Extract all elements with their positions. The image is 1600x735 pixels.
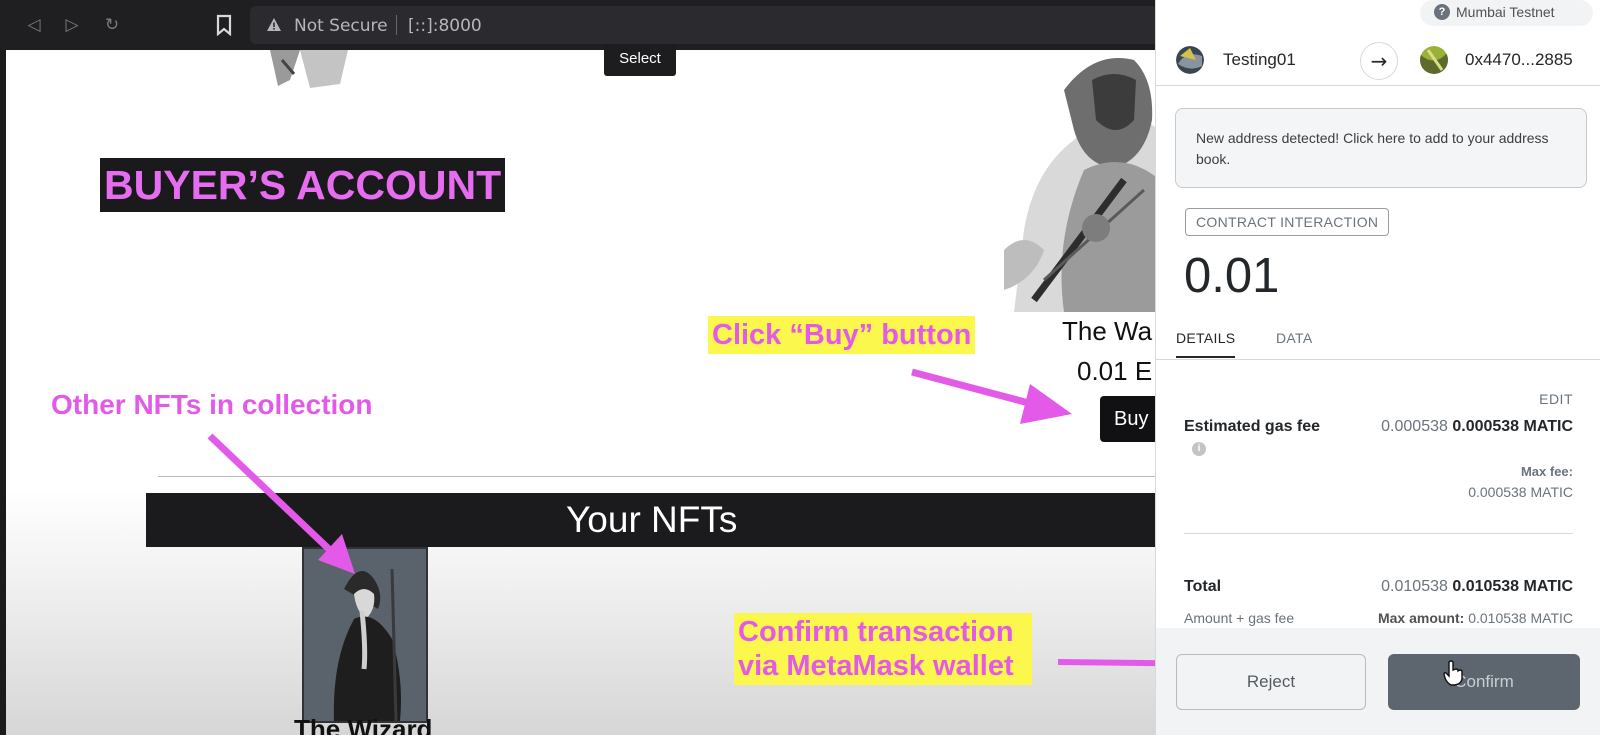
- tab-data[interactable]: DATA: [1276, 330, 1312, 346]
- select-button[interactable]: Select: [604, 44, 676, 76]
- account-transfer-row: Testing01 → 0x4470...2885: [1156, 36, 1600, 86]
- buy-button[interactable]: Buy: [1100, 396, 1160, 442]
- warning-icon: [267, 18, 281, 31]
- max-fee-value: 0.000538 MATIC: [1468, 484, 1573, 500]
- max-fee-label: Max fee:: [1520, 464, 1573, 479]
- screen: ◁ ▷ ↻ Not Secure [::]:8000 Select BUYER’…: [0, 0, 1600, 735]
- fee-separator: [1184, 533, 1573, 534]
- amount-gas-label: Amount + gas fee: [1184, 610, 1295, 626]
- total-fiat: 0.010538: [1381, 578, 1448, 595]
- browser-toolbar: ◁ ▷ ↻ Not Secure [::]:8000: [0, 0, 1160, 50]
- security-status: Not Secure: [294, 16, 388, 36]
- gas-fee-value: 0.000538 0.000538 MATIC: [1381, 418, 1573, 436]
- new-address-notice[interactable]: New address detected! Click here to add …: [1175, 108, 1587, 188]
- total-matic: 0.010538 MATIC: [1452, 578, 1573, 595]
- details-tabs: DETAILS DATA: [1156, 318, 1600, 360]
- max-amount-label: Max amount:: [1377, 610, 1465, 626]
- wizard-nft-card[interactable]: [302, 547, 428, 723]
- from-avatar: [1176, 46, 1204, 74]
- forward-icon[interactable]: ▷: [60, 13, 84, 37]
- featured-nft-price: 0.01 E: [1077, 356, 1153, 386]
- gas-fee-matic: 0.000538 MATIC: [1452, 418, 1573, 435]
- your-nfts-heading: Your NFTs: [146, 493, 1160, 547]
- network-badge[interactable]: ? Mumbai Testnet: [1420, 0, 1593, 26]
- action-footer: Reject Confirm: [1156, 628, 1600, 735]
- transaction-amount: 0.01: [1184, 249, 1280, 303]
- gas-fee-label: Estimated gas fee: [1184, 418, 1321, 435]
- max-amount-value: 0.010538 MATIC: [1468, 610, 1573, 626]
- buyer-account-annotation: BUYER’S ACCOUNT: [100, 158, 506, 212]
- featured-nft-title: The Wa: [1062, 316, 1153, 346]
- from-account-name[interactable]: Testing01: [1223, 50, 1296, 70]
- back-icon[interactable]: ◁: [22, 13, 46, 37]
- total-value: 0.010538 0.010538 MATIC: [1381, 578, 1573, 596]
- hand-cursor-icon: [1443, 660, 1463, 686]
- confirm-annotation-line1: Confirm transaction: [738, 616, 1014, 648]
- bookmark-icon[interactable]: [213, 14, 235, 36]
- arrow-right-icon: →: [1360, 42, 1398, 80]
- address-bar[interactable]: Not Secure [::]:8000: [250, 6, 1160, 44]
- network-name: Mumbai Testnet: [1456, 4, 1555, 20]
- contract-interaction-tag: CONTRACT INTERACTION: [1185, 208, 1390, 236]
- max-amount: Max amount: 0.010538 MATIC: [1378, 610, 1573, 626]
- to-avatar: [1420, 46, 1448, 74]
- nft-art-partial: [270, 50, 348, 88]
- wizard-nft-image: [304, 549, 426, 722]
- confirm-annotation-line2: via MetaMask wallet: [738, 650, 1014, 682]
- warrior-nft-image[interactable]: [1004, 50, 1160, 312]
- url-separator: [396, 15, 397, 35]
- section-divider: [158, 476, 1160, 477]
- confirm-annotation: Confirm transaction via MetaMask wallet: [734, 613, 1032, 685]
- page-left-edge: [0, 50, 6, 735]
- other-nfts-annotation: Other NFTs in collection: [51, 389, 373, 420]
- info-icon[interactable]: i: [1192, 442, 1206, 456]
- wizard-nft-name: The Wizard: [294, 714, 433, 735]
- reload-icon[interactable]: ↻: [100, 13, 124, 37]
- url-text[interactable]: [::]:8000: [408, 16, 482, 36]
- to-account-address[interactable]: 0x4470...2885: [1465, 50, 1573, 70]
- gas-fee-fiat: 0.000538: [1381, 418, 1448, 435]
- metamask-popup: ? Mumbai Testnet Testing01 → 0x4470...28…: [1155, 0, 1600, 735]
- help-icon: ?: [1434, 4, 1450, 20]
- reject-button[interactable]: Reject: [1176, 654, 1366, 710]
- tab-details[interactable]: DETAILS: [1176, 330, 1236, 358]
- total-label: Total: [1184, 578, 1222, 595]
- edit-gas-link[interactable]: EDIT: [1539, 391, 1573, 407]
- click-buy-annotation: Click “Buy” button: [708, 316, 976, 354]
- confirm-button[interactable]: Confirm: [1388, 654, 1580, 710]
